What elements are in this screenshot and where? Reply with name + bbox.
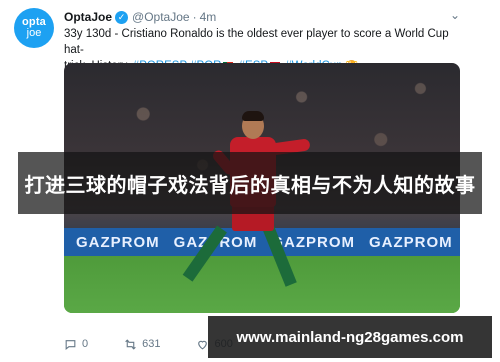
avatar-text-line2: joe: [26, 27, 42, 39]
watermark-banner: www.mainland-ng28games.com: [208, 316, 492, 358]
retweet-button[interactable]: 631: [124, 338, 160, 351]
headline-banner: 打进三球的帽子戏法背后的真相与不为人知的故事: [18, 152, 482, 214]
board-text: GAZPROM: [76, 233, 160, 251]
player-hair: [242, 111, 264, 121]
tweet-text-line1: 33y 130d - Cristiano Ronaldo is the olde…: [64, 28, 449, 56]
verified-badge-icon: ✓: [115, 10, 129, 24]
reply-count: 0: [82, 338, 89, 350]
display-name[interactable]: OptaJoe: [64, 10, 112, 24]
reply-icon: [65, 339, 76, 350]
retweet-icon: [125, 338, 136, 350]
player-leg: [262, 224, 297, 287]
headline-text: 打进三球的帽子戏法背后的真相与不为人知的故事: [24, 172, 476, 197]
watermark-text: www.mainland-ng28games.com: [236, 328, 464, 346]
chevron-down-icon[interactable]: ⌄: [448, 8, 462, 22]
board-text: GAZPROM: [369, 233, 453, 251]
reply-button[interactable]: 0: [64, 338, 88, 351]
timestamp[interactable]: 4m: [200, 10, 217, 24]
separator-dot: ·: [192, 10, 197, 24]
tweet-header: OptaJoe ✓ @OptaJoe · 4m: [64, 9, 216, 25]
avatar[interactable]: opta joe: [14, 8, 54, 48]
user-handle[interactable]: @OptaJoe: [132, 10, 190, 24]
retweet-count: 631: [142, 338, 161, 350]
